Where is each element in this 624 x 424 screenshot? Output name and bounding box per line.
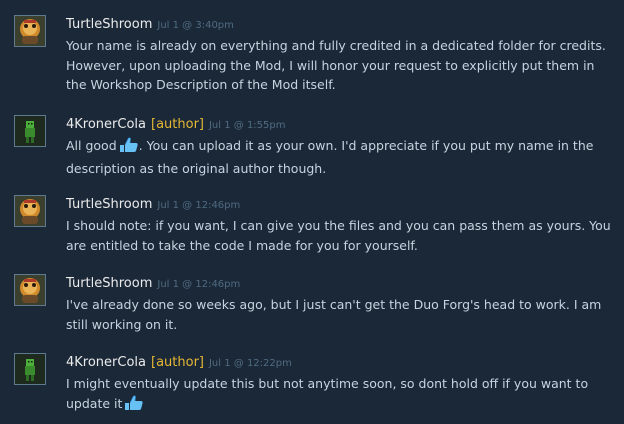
avatar[interactable] <box>14 115 46 147</box>
comment-text: I should note: if you want, I can give y… <box>66 216 616 255</box>
timestamp: Jul 1 @ 3:40pm <box>157 20 234 31</box>
comment-header: TurtleShroom Jul 1 @ 12:46pm <box>66 195 240 214</box>
thumbs-up-icon <box>124 394 144 417</box>
comment-text-after: . You can upload it as your own. I'd app… <box>66 138 594 176</box>
turtle-avatar-icon <box>15 275 45 305</box>
author-name[interactable]: TurtleShroom <box>66 276 152 291</box>
comment-thread: TurtleShroom Jul 1 @ 3:40pm Your name is … <box>0 0 624 424</box>
timestamp: Jul 1 @ 12:46pm <box>157 200 241 211</box>
author-tag: [author] <box>151 117 204 132</box>
turtle-avatar-icon <box>15 196 45 226</box>
author-name[interactable]: TurtleShroom <box>66 17 152 32</box>
timestamp: Jul 1 @ 1:55pm <box>208 120 286 131</box>
author-name[interactable]: TurtleShroom <box>66 197 152 212</box>
comment-header: 4KronerCola [author] Jul 1 @ 1:55pm <box>66 115 286 134</box>
comment-text-content: Your name is already on everything and f… <box>66 38 606 92</box>
green-figure-avatar-icon <box>15 116 45 146</box>
timestamp: Jul 1 @ 12:22pm <box>208 358 292 369</box>
timestamp: Jul 1 @ 12:46pm <box>157 279 241 290</box>
comment-header: 4KronerCola [author] Jul 1 @ 12:22pm <box>66 353 292 372</box>
comment-header: TurtleShroom Jul 1 @ 3:40pm <box>66 15 234 34</box>
author-tag: [author] <box>151 355 204 370</box>
avatar[interactable] <box>14 195 46 227</box>
comment-text: I might eventually update this but not a… <box>66 374 616 416</box>
comment-text: Your name is already on everything and f… <box>66 36 616 95</box>
comment-text-content: I've already done so weeks ago, but I ju… <box>66 297 602 332</box>
thumbs-up-icon <box>119 137 139 159</box>
comment-text: All good. You can upload it as your own.… <box>66 136 616 178</box>
comment-header: TurtleShroom Jul 1 @ 12:46pm <box>66 274 240 293</box>
avatar[interactable] <box>14 15 46 47</box>
green-figure-avatar-icon <box>15 354 45 384</box>
comment-text: I've already done so weeks ago, but I ju… <box>66 295 616 334</box>
avatar[interactable] <box>14 274 46 306</box>
comment-text-content: All good <box>66 138 117 153</box>
author-name[interactable]: 4KronerCola <box>66 117 146 132</box>
avatar[interactable] <box>14 353 46 385</box>
author-name[interactable]: 4KronerCola <box>66 355 146 370</box>
turtle-avatar-icon <box>15 16 45 46</box>
comment-text-content: I should note: if you want, I can give y… <box>66 218 611 253</box>
